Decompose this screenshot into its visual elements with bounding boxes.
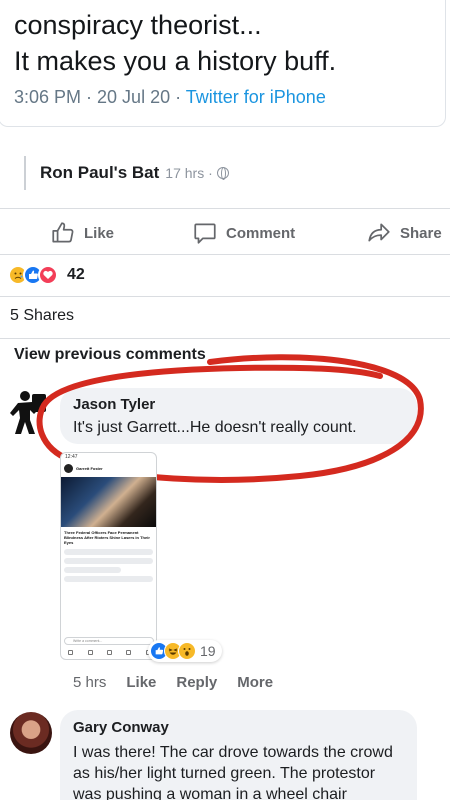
thumbs-up-icon	[52, 222, 74, 243]
comment-attachment-image[interactable]: 12:47 Garrett Foster Three Federal Offic…	[60, 452, 157, 660]
share-label: Share	[400, 224, 442, 242]
commenter-name[interactable]: Jason Tyler	[73, 396, 404, 413]
post-action-bar: Like Comment Share	[0, 212, 450, 254]
reaction-summary[interactable]: 42	[8, 263, 85, 287]
comment-button[interactable]: Comment	[192, 220, 295, 246]
comment-reply-link[interactable]: Reply	[176, 674, 217, 691]
like-label: Like	[84, 224, 115, 242]
attachment-nav-bar	[61, 648, 156, 657]
embedded-tweet-card[interactable]: conspiracy theorist... It makes you a hi…	[0, 0, 446, 127]
attachment-comment-row	[64, 558, 153, 564]
like-button[interactable]: Like	[50, 220, 114, 246]
avatar[interactable]	[10, 712, 52, 754]
divider	[0, 208, 450, 209]
share-button[interactable]: Share	[366, 220, 442, 246]
comment-bubble[interactable]: Gary Conway I was there! The car drove t…	[60, 710, 417, 800]
comment-text: It's just Garrett...He doesn't really co…	[73, 419, 357, 436]
tweet-source-link[interactable]: Twitter for iPhone	[186, 87, 326, 107]
attachment-header: Garrett Foster	[61, 461, 156, 475]
comment-text: I was there! The car drove towards the c…	[73, 744, 393, 800]
comment-meta-row: 5 hrs Like Reply More	[73, 674, 273, 691]
commenter-name[interactable]: Gary Conway	[73, 719, 404, 736]
view-previous-comments-link[interactable]: View previous comments	[14, 346, 206, 364]
wow-reaction-icon	[178, 642, 196, 660]
attachment-comment-row	[64, 576, 153, 582]
love-reaction-icon	[38, 265, 58, 285]
attachment-status-time: 12:47	[65, 454, 78, 460]
globe-icon	[216, 167, 229, 180]
comment-reaction-summary[interactable]: 19	[148, 640, 222, 662]
comment-time: 5 hrs	[73, 674, 107, 691]
attachment-action-row	[64, 549, 153, 555]
divider	[0, 254, 450, 255]
attachment-comment-input: Write a comment...	[64, 637, 154, 645]
comment-bubble[interactable]: Jason Tyler It's just Garrett...He doesn…	[60, 388, 417, 444]
tweet-timestamp: 3:06 PM · 20 Jul 20 ·	[14, 87, 186, 107]
shares-count[interactable]: 5 Shares	[10, 307, 74, 325]
divider	[0, 296, 450, 297]
avatar[interactable]	[8, 388, 52, 436]
tweet-text-line-2: It makes you a history buff.	[14, 46, 337, 76]
comment-like-link[interactable]: Like	[126, 674, 156, 691]
comment-more-link[interactable]: More	[237, 674, 273, 691]
tweet-text-line-1: conspiracy theorist...	[14, 10, 262, 40]
attachment-avatar	[64, 463, 73, 473]
shared-post-attribution: Ron Paul's Bat 17 hrs ·	[24, 156, 229, 190]
tweet-meta: 3:06 PM · 20 Jul 20 · Twitter for iPhone	[14, 87, 326, 108]
comment-label: Comment	[226, 224, 296, 242]
share-arrow-icon	[368, 223, 390, 242]
attachment-news-photo	[61, 477, 156, 527]
attachment-caption: Three Federal Officers Face Permanent Bl…	[64, 530, 150, 545]
reaction-count: 42	[67, 266, 85, 283]
attachment-header-name: Garrett Foster	[76, 465, 103, 471]
speech-bubble-icon	[194, 223, 216, 244]
shared-page-name[interactable]: Ron Paul's Bat	[40, 163, 159, 183]
attachment-comment-row	[64, 567, 121, 573]
divider	[0, 338, 450, 339]
shared-post-time: 17 hrs ·	[165, 165, 213, 181]
comment-reaction-count: 19	[200, 643, 216, 659]
